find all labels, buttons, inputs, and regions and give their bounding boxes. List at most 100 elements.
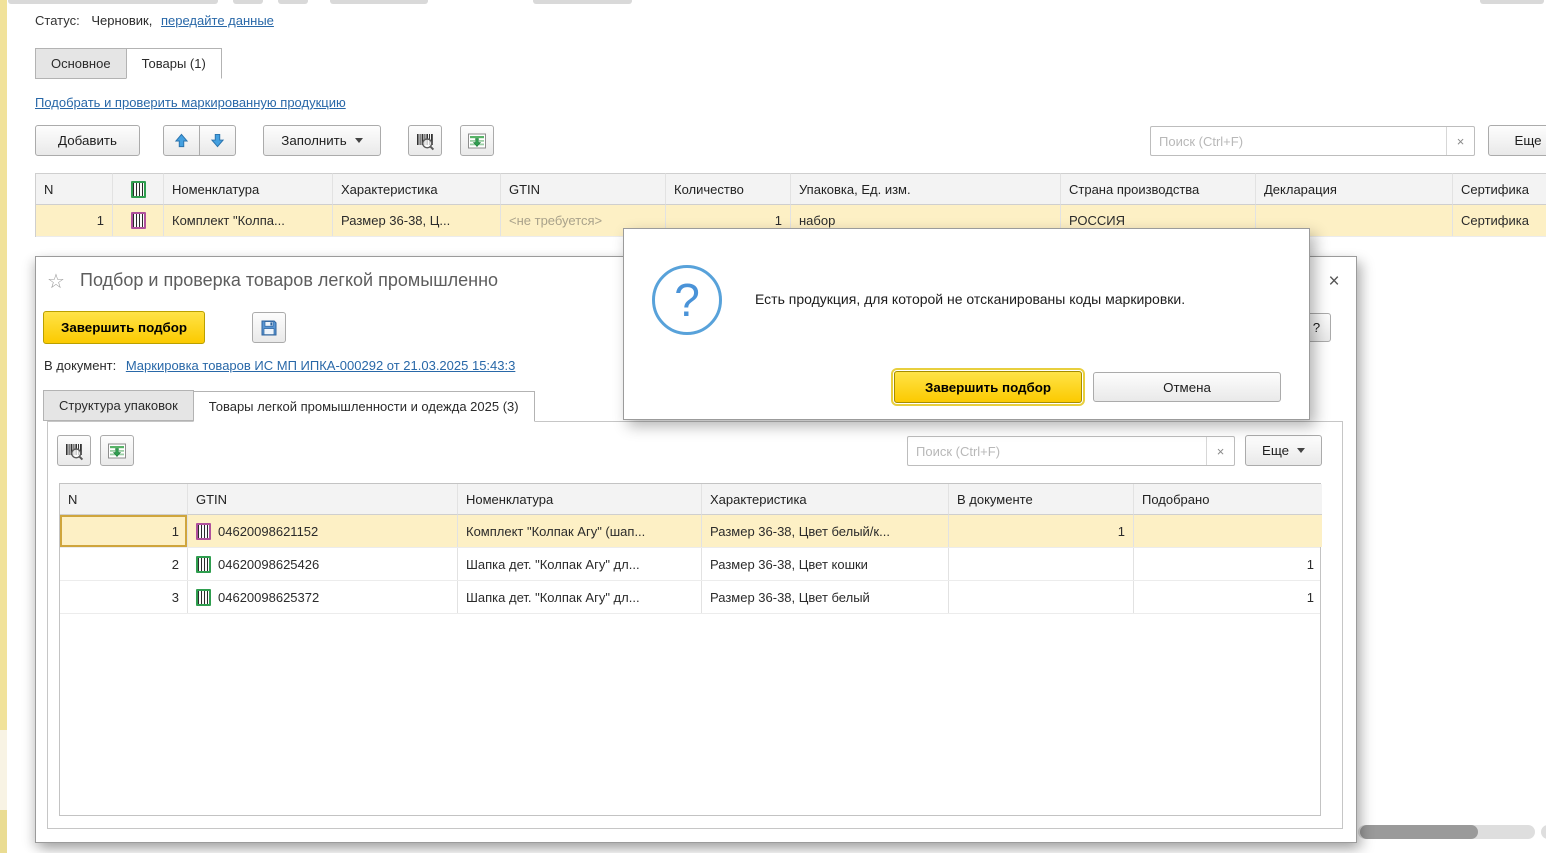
horizontal-scrollbar-thumb[interactable] [1360, 825, 1478, 839]
save-button[interactable] [252, 312, 286, 343]
pick-and-check-link[interactable]: Подобрать и проверить маркированную прод… [35, 95, 346, 110]
col-gtin: GTIN [188, 484, 458, 515]
fill-button-label: Заполнить [281, 133, 346, 148]
document-link[interactable]: Маркировка товаров ИС МП ИПКА-000292 от … [126, 358, 516, 373]
floppy-disk-icon [260, 319, 278, 337]
cell-nomenclature: Шапка дет. "Колпак Агу" дл... [458, 581, 702, 613]
cell-characteristic: Размер 36-38, Цвет белый/к... [702, 515, 949, 547]
cell-n: 1 [60, 515, 188, 547]
picker-goods-table: N GTIN Номенклатура Характеристика В док… [59, 483, 1321, 816]
fill-button[interactable]: Заполнить [263, 125, 381, 156]
send-data-link[interactable]: передайте данные [161, 13, 274, 28]
col-declaration: Декларация [1256, 173, 1453, 205]
pink-barcode-icon [196, 523, 211, 540]
col-country: Страна производства [1061, 173, 1256, 205]
cell-nomenclature: Комплект "Колпак Агу" (шап... [458, 515, 702, 547]
cell-in-document: 1 [949, 515, 1134, 547]
document-reference: В документ: Маркировка товаров ИС МП ИПК… [44, 358, 515, 373]
cell-characteristic: Размер 36-38, Цвет кошки [702, 548, 949, 580]
dropdown-arrow-icon [355, 138, 363, 143]
more-button[interactable]: Еще [1245, 435, 1322, 466]
document-tabs: Основное Товары (1) [35, 48, 221, 79]
picker-search-box: × [907, 436, 1235, 466]
search-input[interactable] [908, 437, 1206, 465]
check-marked-products-button[interactable] [460, 125, 494, 156]
cutoff-toolbar-remnant [278, 0, 308, 4]
table-fill-down-icon [107, 441, 127, 461]
close-icon[interactable]: × [1321, 269, 1347, 295]
cell-n: 1 [36, 205, 113, 236]
col-nomenclature: Номенклатура [458, 484, 702, 515]
search-input[interactable] [1151, 127, 1446, 155]
cell-picked: 1 [1134, 548, 1322, 580]
horizontal-scrollbar[interactable] [1358, 825, 1535, 839]
barcode-magnifier-icon [64, 441, 84, 461]
move-up-button[interactable] [163, 125, 200, 156]
favorite-star-icon[interactable]: ☆ [47, 269, 65, 294]
search-clear-button[interactable]: × [1206, 437, 1234, 465]
tab-light-industry-goods[interactable]: Товары легкой промышленности и одежда 20… [193, 391, 535, 422]
col-certificate: Сертифика [1453, 173, 1546, 205]
cell-n: 2 [60, 548, 188, 580]
horizontal-scrollbar-stub [1541, 825, 1546, 839]
cell-n: 3 [60, 581, 188, 613]
scan-barcode-button[interactable] [57, 435, 91, 466]
green-barcode-icon [131, 181, 146, 198]
tab-packing-structure[interactable]: Структура упаковок [43, 390, 194, 421]
gtin-value: 04620098621152 [218, 524, 318, 539]
gtin-value: 04620098625372 [218, 590, 319, 605]
1c-marking-document-window: Статус: Черновик, передайте данные Основ… [0, 0, 1546, 853]
picker-table-row[interactable]: 3 04620098625372 Шапка дет. "Колпак Агу"… [60, 581, 1320, 614]
finish-picking-button[interactable]: Завершить подбор [43, 311, 205, 344]
col-n: N [60, 484, 188, 515]
col-characteristic: Характеристика [702, 484, 949, 515]
picker-tab-content: × Еще N GTIN Номенклатура Характеристика… [47, 421, 1343, 829]
dialog-finish-picking-button[interactable]: Завершить подбор [894, 371, 1082, 403]
more-button-label: Еще [1262, 443, 1289, 458]
gtin-value: 04620098625426 [218, 557, 319, 572]
cell-gtin: 04620098625426 [188, 548, 458, 580]
confirmation-dialog: ? Есть продукция, для которой не отскани… [623, 228, 1310, 420]
left-edge-strip [0, 0, 7, 730]
dialog-message: Есть продукция, для которой не отсканиро… [755, 291, 1185, 307]
tab-main[interactable]: Основное [35, 48, 127, 79]
scan-barcode-button[interactable] [408, 125, 442, 156]
cutoff-toolbar-remnant [533, 0, 632, 4]
add-button[interactable]: Добавить [35, 125, 140, 156]
left-edge-strip [0, 730, 7, 810]
status-value: Черновик, [91, 13, 152, 28]
question-icon: ? [652, 265, 722, 335]
arrow-down-icon [210, 133, 225, 148]
cell-nomenclature: Комплект "Колпа... [164, 205, 333, 236]
cell-gtin: 04620098621152 [188, 515, 458, 547]
dialog-cancel-button[interactable]: Отмена [1093, 372, 1281, 402]
cell-picked: 1 [1134, 581, 1322, 613]
col-characteristic: Характеристика [333, 173, 501, 205]
col-marking-status [113, 173, 164, 205]
cell-certificate: Сертифика [1453, 205, 1546, 236]
cutoff-toolbar-remnant [233, 0, 263, 4]
cell-characteristic: Размер 36-38, Цвет белый [702, 581, 949, 613]
picker-table-header: N GTIN Номенклатура Характеристика В док… [60, 484, 1320, 515]
tab-goods[interactable]: Товары (1) [126, 48, 222, 79]
check-marked-products-button[interactable] [100, 435, 134, 466]
left-edge-strip [0, 810, 7, 853]
cell-in-document [949, 581, 1134, 613]
picker-table-row[interactable]: 1 04620098621152 Комплект "Колпак Агу" (… [60, 515, 1320, 548]
col-nomenclature: Номенклатура [164, 173, 333, 205]
green-barcode-icon [196, 556, 211, 573]
goods-table-header: N Номенклатура Характеристика GTIN Колич… [36, 173, 1546, 205]
move-down-button[interactable] [199, 125, 236, 156]
arrow-up-icon [174, 133, 189, 148]
col-pack: Упаковка, Ед. изм. [791, 173, 1061, 205]
more-button[interactable]: Еще [1488, 125, 1546, 156]
col-in-document: В документе [949, 484, 1134, 515]
search-clear-button[interactable]: × [1446, 127, 1474, 155]
col-quantity: Количество [666, 173, 791, 205]
picker-table-row[interactable]: 2 04620098625426 Шапка дет. "Колпак Агу"… [60, 548, 1320, 581]
cell-in-document [949, 548, 1134, 580]
green-barcode-icon [196, 589, 211, 606]
col-gtin: GTIN [501, 173, 666, 205]
cutoff-toolbar-remnant [1480, 0, 1544, 4]
status-label: Статус: [35, 13, 80, 28]
